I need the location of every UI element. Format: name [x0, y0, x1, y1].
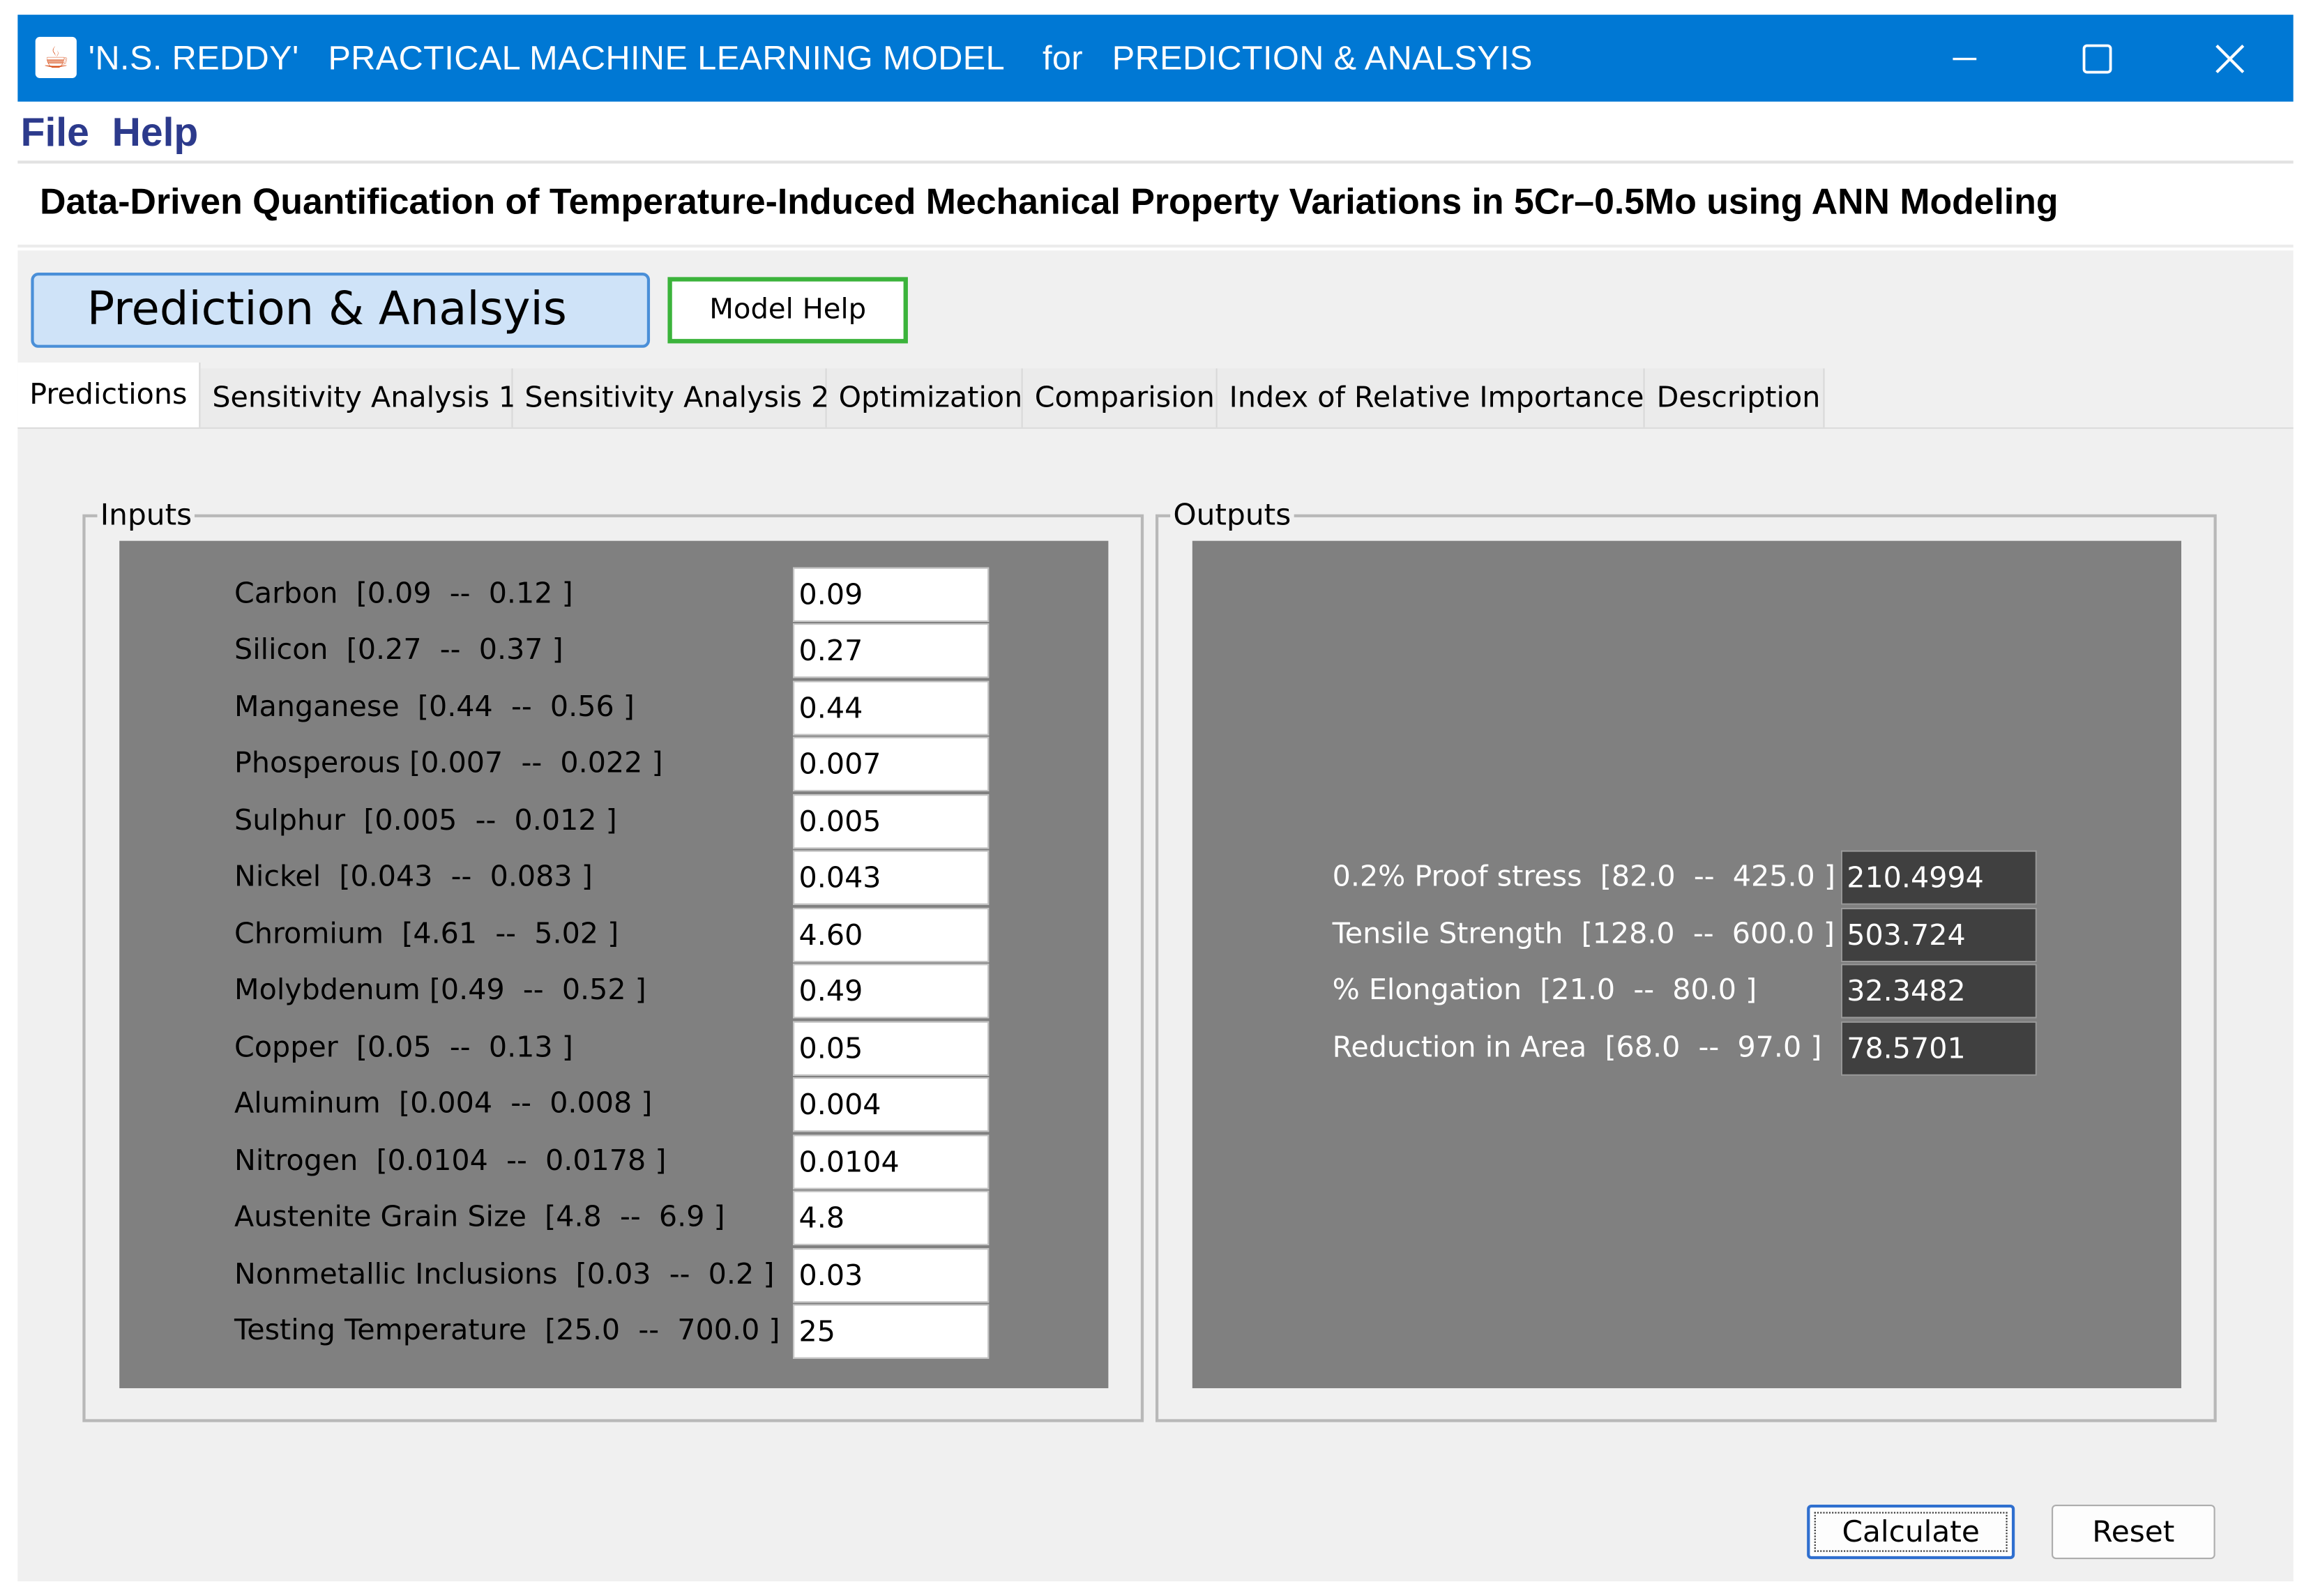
window-title: 'N.S. REDDY' PRACTICAL MACHINE LEARNING …	[88, 38, 1533, 77]
output-label-reduction-in-area: Reduction in Area [68.0 -- 97.0 ]	[1332, 1030, 1822, 1064]
title-bar[interactable]: ☕ 'N.S. REDDY' PRACTICAL MACHINE LEARNIN…	[17, 15, 2296, 102]
close-button[interactable]	[2164, 15, 2296, 102]
input-sulphur[interactable]	[793, 794, 990, 849]
input-carbon[interactable]	[793, 567, 990, 622]
input-label-austenite-grain-size: Austenite Grain Size [4.8 -- 6.9 ]	[234, 1199, 725, 1234]
output-tensile-strength[interactable]	[1840, 907, 2037, 963]
tab-sensitivity-analysis-1[interactable]: Sensitivity Analysis 1	[200, 368, 517, 427]
tab-comparision[interactable]: Comparision	[1022, 368, 1218, 427]
java-coffee-icon: ☕	[35, 36, 77, 79]
input-testing-temperature[interactable]	[793, 1304, 990, 1359]
input-aluminum[interactable]	[793, 1077, 990, 1132]
input-label-sulphur: Sulphur [0.005 -- 0.012 ]	[234, 803, 617, 837]
outputs-panel: 0.2% Proof stress [82.0 -- 425.0 ] Tensi…	[1192, 540, 2182, 1388]
input-austenite-grain-size[interactable]	[793, 1190, 990, 1245]
input-manganese[interactable]	[793, 681, 990, 736]
maximize-button[interactable]	[2031, 15, 2163, 102]
tab-optimization[interactable]: Optimization	[826, 368, 1023, 427]
tab-predictions[interactable]: Predictions	[17, 362, 201, 427]
menu-bar: File Help	[17, 101, 2294, 164]
menu-help[interactable]: Help	[112, 109, 199, 156]
tab-sensitivity-analysis-2[interactable]: Sensitivity Analysis 2	[513, 368, 829, 427]
main-panel: Prediction & Analsyis Model Help Predict…	[17, 250, 2294, 1581]
input-label-carbon: Carbon [0.09 -- 0.12 ]	[234, 576, 573, 611]
input-label-aluminum: Aluminum [0.004 -- 0.008 ]	[234, 1086, 653, 1120]
calculate-button[interactable]: Calculate	[1807, 1504, 2015, 1560]
input-label-nonmetallic-inclusions: Nonmetallic Inclusions [0.03 -- 0.2 ]	[234, 1256, 775, 1291]
maximize-icon	[2082, 43, 2112, 73]
input-label-nitrogen: Nitrogen [0.0104 -- 0.0178 ]	[234, 1143, 667, 1178]
input-nickel[interactable]	[793, 850, 990, 905]
inputs-panel: Carbon [0.09 -- 0.12 ] Silicon [0.27 -- …	[119, 540, 1109, 1388]
inputs-group-title: Inputs	[97, 495, 195, 534]
minimize-button[interactable]	[1898, 15, 2031, 102]
page-title: Data-Driven Quantification of Temperatur…	[40, 183, 2059, 223]
outputs-group-title: Outputs	[1170, 495, 1294, 534]
predictions-tab-content: Inputs Carbon [0.09 -- 0.12 ] Silicon [0…	[17, 427, 2294, 1581]
input-label-molybdenum: Molybdenum [0.49 -- 0.52 ]	[234, 972, 646, 1007]
output-label-elongation: % Elongation [21.0 -- 80.0 ]	[1332, 972, 1757, 1007]
input-label-phosperous: Phosperous [0.007 -- 0.022 ]	[234, 745, 663, 780]
output-proof-stress[interactable]	[1840, 850, 2037, 905]
heading-band: Data-Driven Quantification of Temperatur…	[17, 165, 2294, 248]
reset-button[interactable]: Reset	[2052, 1504, 2215, 1560]
input-chromium[interactable]	[793, 907, 990, 963]
menu-file[interactable]: File	[21, 109, 89, 156]
input-label-chromium: Chromium [4.61 -- 5.02 ]	[234, 916, 619, 951]
output-reduction-in-area[interactable]	[1840, 1021, 2037, 1076]
inputs-group: Inputs Carbon [0.09 -- 0.12 ] Silicon [0…	[82, 495, 1144, 1422]
input-copper[interactable]	[793, 1021, 990, 1076]
input-nitrogen[interactable]	[793, 1134, 990, 1190]
tab-index-of-relative-importance[interactable]: Index of Relative Importance	[1217, 368, 1645, 427]
output-label-tensile-strength: Tensile Strength [128.0 -- 600.0 ]	[1332, 916, 1835, 951]
tab-strip: Predictions Sensitivity Analysis 1 Sensi…	[17, 362, 2293, 427]
output-elongation[interactable]	[1840, 964, 2037, 1019]
input-nonmetallic-inclusions[interactable]	[793, 1248, 990, 1303]
input-label-nickel: Nickel [0.043 -- 0.083 ]	[234, 859, 593, 893]
input-label-manganese: Manganese [0.44 -- 0.56 ]	[234, 690, 635, 724]
input-silicon[interactable]	[793, 623, 990, 678]
output-label-proof-stress: 0.2% Proof stress [82.0 -- 425.0 ]	[1332, 859, 1835, 893]
model-help-button[interactable]: Model Help	[667, 277, 908, 344]
input-phosperous[interactable]	[793, 736, 990, 791]
minimize-icon	[1953, 56, 1977, 60]
close-icon	[2215, 43, 2245, 73]
input-label-copper: Copper [0.05 -- 0.13 ]	[234, 1030, 573, 1064]
tab-description[interactable]: Description	[1644, 368, 1825, 427]
input-label-silicon: Silicon [0.27 -- 0.37 ]	[234, 632, 563, 667]
prediction-analysis-banner: Prediction & Analsyis	[31, 273, 651, 348]
input-label-testing-temperature: Testing Temperature [25.0 -- 700.0 ]	[234, 1313, 780, 1347]
input-molybdenum[interactable]	[793, 964, 990, 1019]
outputs-group: Outputs 0.2% Proof stress [82.0 -- 425.0…	[1155, 495, 2217, 1422]
